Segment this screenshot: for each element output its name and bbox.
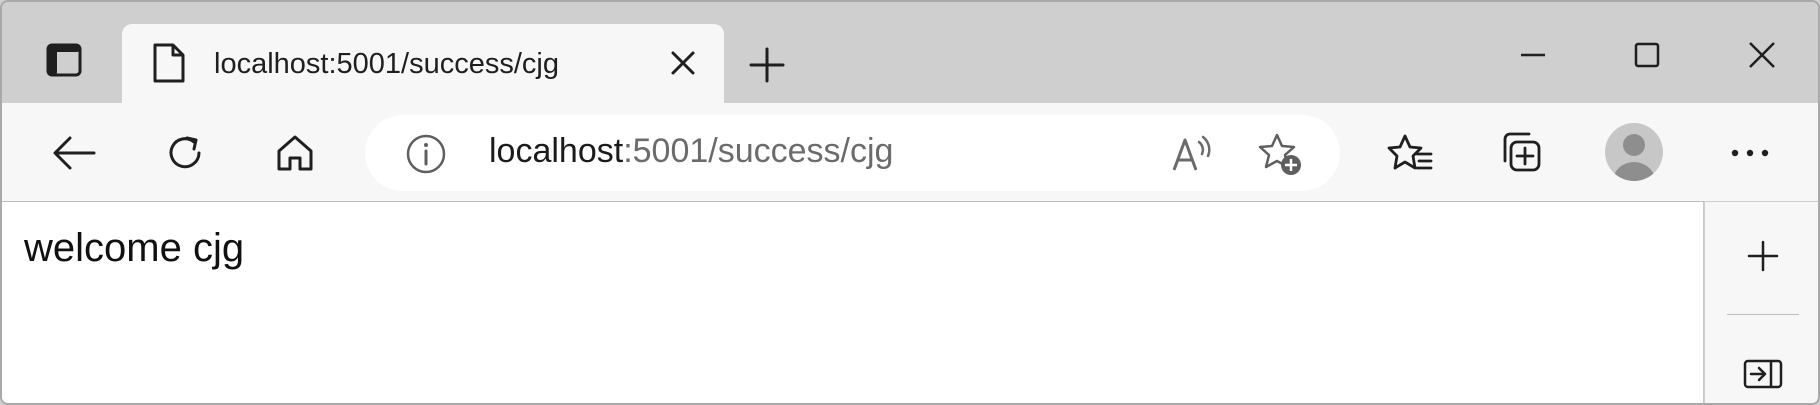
tab-active[interactable]: localhost:5001/success/cjg [122, 24, 724, 104]
plus-icon [1747, 240, 1779, 272]
close-tab-button[interactable] [662, 42, 704, 84]
new-tab-button[interactable] [742, 40, 792, 90]
tab-actions-icon [46, 43, 82, 77]
page-icon [152, 42, 192, 86]
favorites-icon [1387, 132, 1433, 174]
tab-title: localhost:5001/success/cjg [214, 48, 559, 80]
plus-icon [749, 47, 785, 83]
back-arrow-icon [52, 135, 96, 171]
sidebar [1705, 202, 1818, 403]
profile-icon [1605, 123, 1663, 181]
maximize-button[interactable] [1617, 30, 1677, 80]
sidebar-add-button[interactable] [1737, 230, 1789, 282]
back-button[interactable] [46, 125, 102, 181]
url-host: localhost [489, 132, 624, 170]
sidebar-divider [1727, 314, 1799, 315]
url-path: :5001/success/cjg [623, 132, 894, 170]
minimize-button[interactable] [1503, 30, 1563, 80]
maximize-icon [1634, 42, 1660, 68]
add-favorite-button[interactable] [1257, 131, 1303, 177]
read-aloud-button[interactable] [1170, 131, 1216, 177]
add-favorite-icon [1257, 131, 1303, 177]
collections-button[interactable] [1492, 125, 1548, 181]
info-icon[interactable] [405, 133, 447, 175]
favorites-button[interactable] [1382, 125, 1438, 181]
profile-button[interactable] [1605, 123, 1663, 181]
page-body-text: welcome cjg [24, 226, 245, 270]
url-text: localhost:5001/success/cjg [489, 132, 893, 171]
refresh-icon [164, 132, 206, 174]
home-icon [275, 133, 315, 173]
close-icon [670, 50, 696, 76]
read-aloud-icon [1170, 134, 1216, 174]
tab-actions-button[interactable] [32, 28, 96, 92]
tab-strip: localhost:5001/success/cjg [2, 2, 1818, 104]
close-icon [1748, 41, 1776, 69]
address-bar[interactable]: localhost:5001/success/cjg [365, 115, 1340, 191]
more-button[interactable] [1722, 125, 1778, 181]
collections-icon [1497, 131, 1543, 175]
browser-window: localhost:5001/success/cjg localhost:500… [0, 0, 1820, 405]
minimize-icon [1520, 53, 1546, 57]
more-icon [1731, 149, 1769, 157]
navigation-toolbar: localhost:5001/success/cjg [2, 103, 1818, 201]
home-button[interactable] [267, 125, 323, 181]
hide-sidebar-button[interactable] [1737, 348, 1789, 400]
refresh-button[interactable] [157, 125, 213, 181]
page-content: welcome cjg [2, 202, 1704, 403]
hide-sidebar-icon [1743, 358, 1783, 390]
close-window-button[interactable] [1732, 30, 1792, 80]
